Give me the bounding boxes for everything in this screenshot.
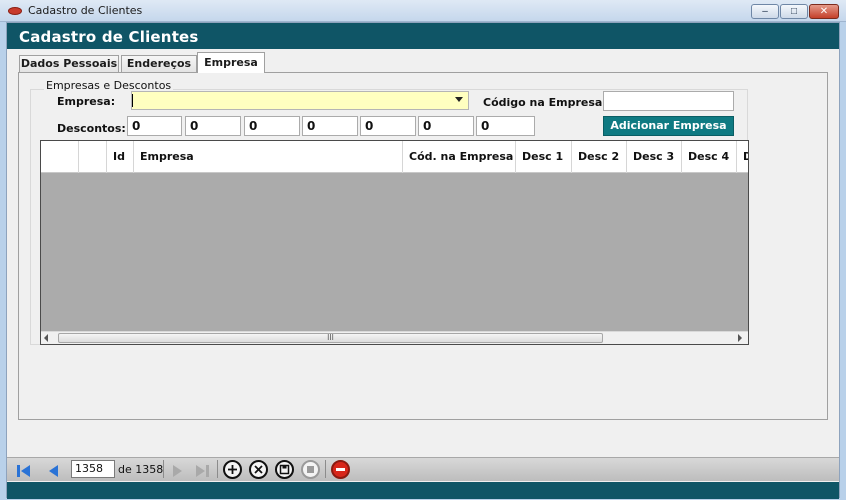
window-title: Cadastro de Clientes — [28, 4, 143, 17]
codigo-empresa-input[interactable] — [603, 91, 734, 111]
grid-header-desc1[interactable]: Desc 1 — [516, 141, 572, 173]
scroll-right-arrow-icon[interactable] — [738, 334, 742, 342]
delete-record-icon[interactable] — [249, 460, 268, 479]
grid-header-desc5-partial[interactable]: D — [737, 141, 748, 173]
desconto-3-input[interactable]: 0 — [244, 116, 300, 136]
descontos-label: Descontos: — [57, 122, 126, 135]
save-record-icon[interactable] — [275, 460, 294, 479]
grid-header-indicator[interactable] — [41, 141, 79, 173]
empresa-combobox[interactable] — [131, 91, 469, 110]
grid-horizontal-scrollbar[interactable]: III — [41, 331, 748, 344]
grid-header-desc4[interactable]: Desc 4 — [682, 141, 737, 173]
desconto-1-input[interactable]: 0 — [127, 116, 182, 136]
previous-record-icon[interactable] — [45, 463, 61, 479]
adicionar-empresa-button[interactable]: Adicionar Empresa — [603, 116, 734, 136]
empresas-grid[interactable]: Id Empresa Cód. na Empresa Desc 1 Desc 2… — [40, 140, 749, 345]
grid-header-empresa[interactable]: Empresa — [134, 141, 403, 173]
next-record-icon[interactable] — [169, 463, 185, 479]
desconto-5-input[interactable]: 0 — [360, 116, 416, 136]
desconto-2-input[interactable]: 0 — [185, 116, 241, 136]
app-icon — [8, 7, 22, 15]
scroll-left-arrow-icon[interactable] — [44, 334, 48, 342]
desconto-4-input[interactable]: 0 — [302, 116, 358, 136]
codigo-empresa-label: Código na Empresa: — [483, 96, 607, 109]
tab-empresa[interactable]: Empresa — [197, 52, 265, 73]
maximize-button[interactable]: □ — [780, 4, 808, 19]
current-record-input[interactable]: 1358 — [71, 460, 115, 478]
desconto-7-input[interactable]: 0 — [476, 116, 535, 136]
grid-header-id[interactable]: Id — [107, 141, 134, 173]
grid-header-codigo[interactable]: Cód. na Empresa — [403, 141, 516, 173]
chevron-down-icon[interactable] — [455, 97, 463, 102]
last-record-icon[interactable] — [194, 463, 210, 479]
first-record-icon[interactable] — [16, 463, 32, 479]
add-record-icon[interactable] — [223, 460, 242, 479]
grid-header-desc2[interactable]: Desc 2 — [572, 141, 627, 173]
scroll-thumb[interactable]: III — [58, 333, 603, 343]
tab-enderecos[interactable]: Endereços — [121, 55, 197, 73]
close-button[interactable]: ✕ — [809, 4, 839, 19]
separator — [217, 460, 218, 478]
window-client-area: Cadastro de Clientes Dados Pessoais Ende… — [6, 22, 840, 499]
form-header: Cadastro de Clientes — [7, 23, 839, 49]
grid-header-desc3[interactable]: Desc 3 — [627, 141, 682, 173]
status-bar — [7, 482, 839, 499]
separator — [325, 460, 326, 478]
cancel-edit-icon[interactable] — [301, 460, 320, 479]
separator — [163, 460, 164, 478]
grid-header-check[interactable] — [79, 141, 107, 173]
record-count: de 1358 — [118, 463, 164, 476]
form-title: Cadastro de Clientes — [19, 28, 199, 46]
empresa-label: Empresa: — [57, 95, 116, 108]
tab-dados-pessoais[interactable]: Dados Pessoais — [19, 55, 119, 73]
minimize-button[interactable]: – — [751, 4, 779, 19]
desconto-6-input[interactable]: 0 — [418, 116, 474, 136]
text-caret — [132, 94, 133, 107]
stop-icon[interactable] — [331, 460, 350, 479]
grid-header-row: Id Empresa Cód. na Empresa Desc 1 Desc 2… — [41, 141, 748, 173]
